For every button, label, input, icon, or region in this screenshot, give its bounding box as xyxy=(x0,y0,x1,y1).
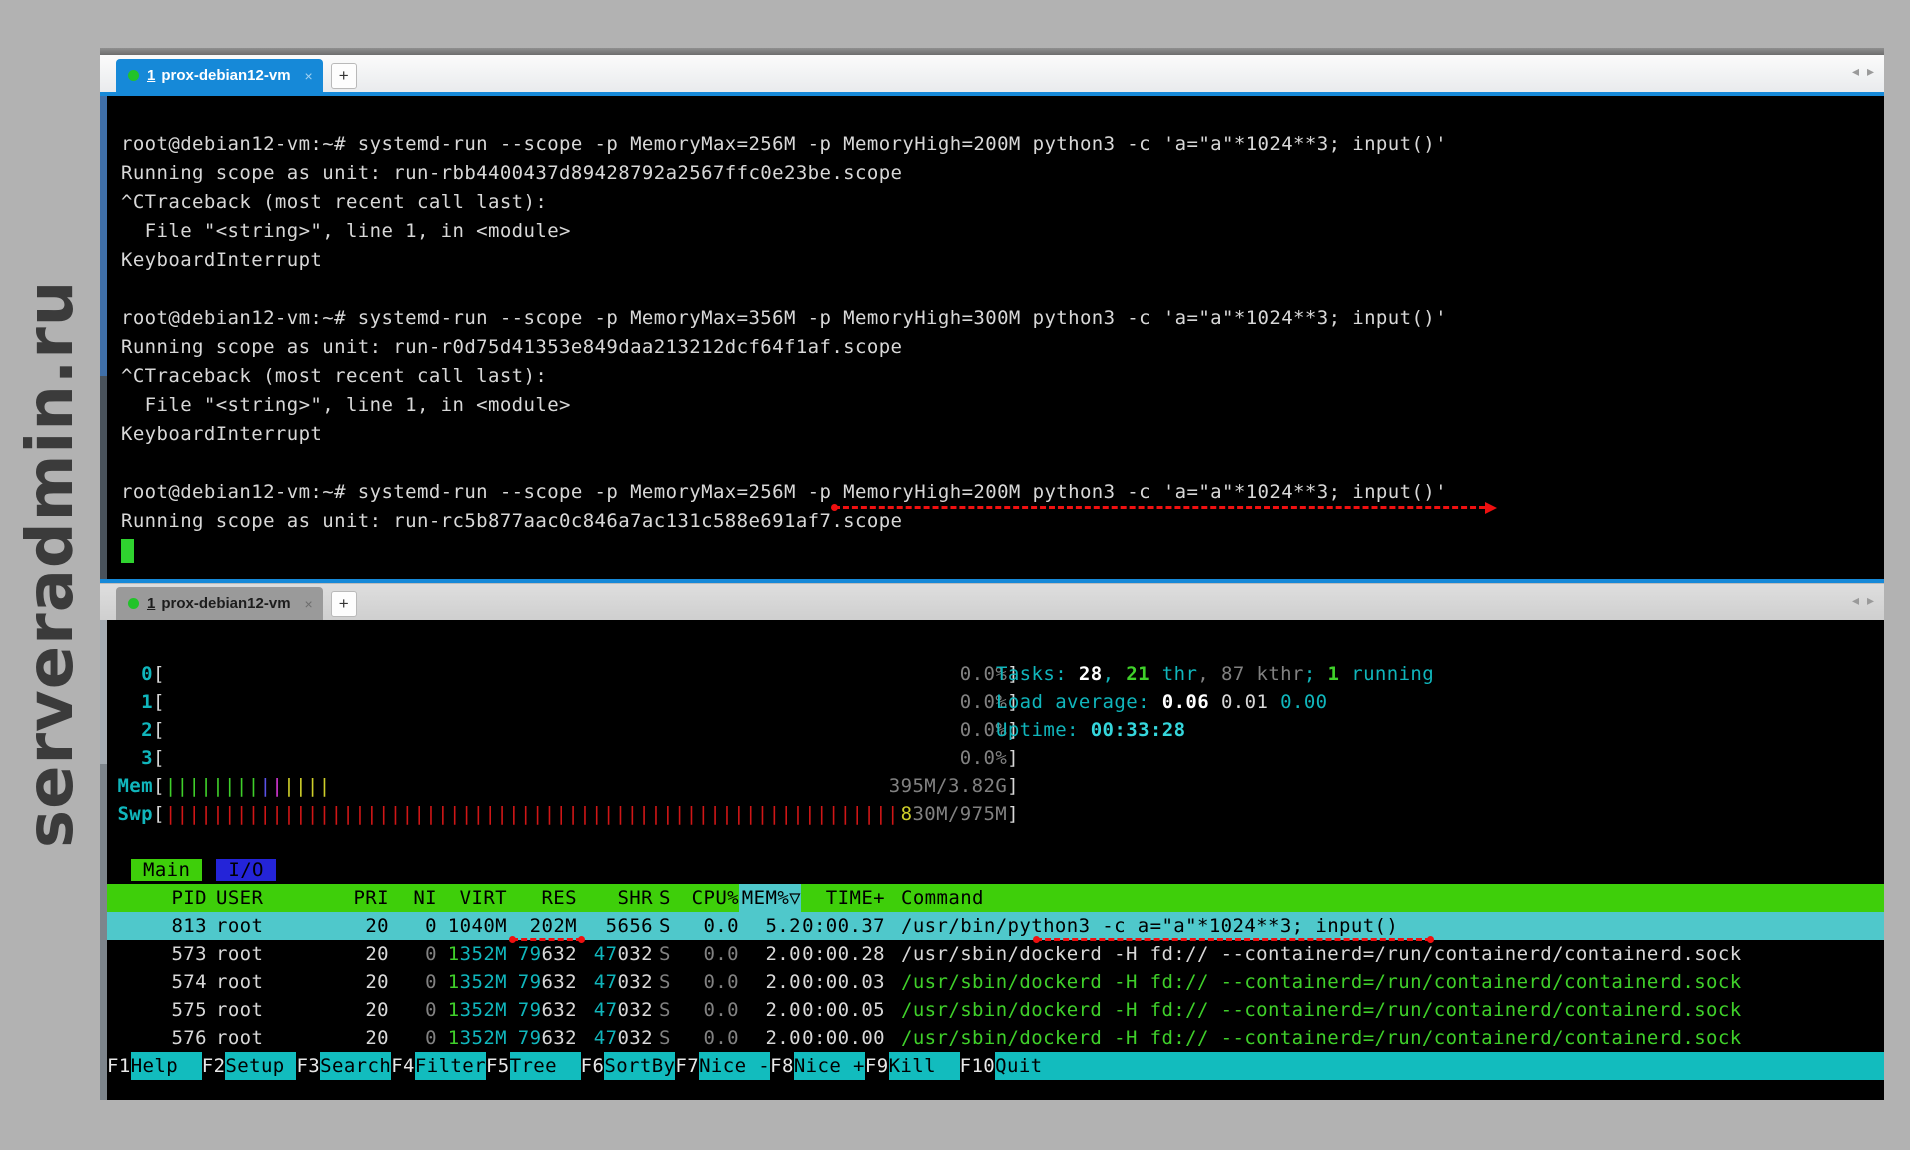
fkey-sortby[interactable]: F6SortBy xyxy=(581,1052,676,1080)
column-header-time[interactable]: TIME+ xyxy=(801,884,885,912)
column-header-cpu[interactable]: CPU% xyxy=(675,884,739,912)
cursor-block xyxy=(121,539,134,563)
terminal-line: root@debian12-vm:~# systemd-run --scope … xyxy=(121,130,1874,159)
htop-view-tabs: Main I/O xyxy=(131,856,1884,884)
terminal-line: KeyboardInterrupt xyxy=(121,420,1874,449)
tab-title: prox-debian12-vm xyxy=(161,67,290,84)
terminal-output: root@debian12-vm:~# systemd-run --scope … xyxy=(107,96,1884,565)
terminal-screen-top[interactable]: root@debian12-vm:~# systemd-run --scope … xyxy=(100,96,1884,579)
tab-number: 1 xyxy=(147,595,155,612)
close-tab-icon[interactable]: × xyxy=(305,596,313,612)
terminal-line xyxy=(121,449,1874,478)
column-header-ni[interactable]: NI xyxy=(389,884,437,912)
annotation-underline-arrow xyxy=(834,506,1485,509)
tab-title: prox-debian12-vm xyxy=(161,595,290,612)
fkey-nice--[interactable]: F8Nice + xyxy=(770,1052,865,1080)
terminal-line: Running scope as unit: run-r0d75d41353e8… xyxy=(121,333,1874,362)
fkey-setup[interactable]: F2Setup xyxy=(202,1052,297,1080)
annotation-underline-command xyxy=(1036,938,1431,941)
column-header-s[interactable]: S xyxy=(653,884,675,912)
fkey-search[interactable]: F3Search xyxy=(296,1052,391,1080)
terminal-line: Running scope as unit: run-rc5b877aac0c8… xyxy=(121,507,1874,536)
tab-scroll-right-icon[interactable]: ▸ xyxy=(1867,592,1874,609)
terminal-line: File "<string>", line 1, in <module> xyxy=(121,217,1874,246)
scrollbar[interactable] xyxy=(100,620,107,1100)
scrollbar[interactable] xyxy=(100,96,107,579)
scrollbar-thumb[interactable] xyxy=(100,96,107,376)
tab-bar-top: 1 prox-debian12-vm × + ◂ ▸ xyxy=(100,55,1884,92)
terminal-window-top: 1 prox-debian12-vm × + ◂ ▸ root@debian12… xyxy=(100,48,1884,583)
fkey-tree[interactable]: F5Tree xyxy=(486,1052,581,1080)
tab-number: 1 xyxy=(147,67,155,84)
column-header-pri[interactable]: PRI xyxy=(337,884,389,912)
process-row[interactable]: 576root2001352M7963247032S0.02.00:00.00/… xyxy=(107,1024,1884,1052)
htop-summary: Tasks: 28, 21 thr, 87 kthr; 1 runningLoa… xyxy=(996,660,1434,744)
terminal-window-bottom: 1 prox-debian12-vm × + ◂ ▸ 0[0.0%]1[0.0%… xyxy=(100,583,1884,1100)
window-top-edge xyxy=(100,48,1884,55)
htop-view: 0[0.0%]1[0.0%]2[0.0%]3[0.0%]Mem[||||||||… xyxy=(107,620,1884,1100)
tab-bar-bottom: 1 prox-debian12-vm × + ◂ ▸ xyxy=(100,583,1884,620)
new-tab-button[interactable]: + xyxy=(331,63,357,89)
process-row[interactable]: 813root2001040M202M5656S0.05.20:00.37/us… xyxy=(107,912,1884,940)
fkey-nice--[interactable]: F7Nice - xyxy=(675,1052,770,1080)
column-header-virt[interactable]: VIRT xyxy=(437,884,507,912)
tab-scroll-right-icon[interactable]: ▸ xyxy=(1867,63,1874,80)
meter-1: 1[0.0%] xyxy=(117,688,1019,716)
meter-2: 2[0.0%] xyxy=(117,716,1019,744)
column-header-command[interactable]: Command xyxy=(885,884,1884,912)
terminal-line: root@debian12-vm:~# systemd-run --scope … xyxy=(121,478,1874,507)
function-key-bar: F1Help F2Setup F3SearchF4FilterF5Tree F6… xyxy=(107,1052,1884,1080)
column-header-mem[interactable]: MEM%▽ xyxy=(739,884,801,912)
htop-tab-main[interactable]: Main xyxy=(131,859,202,881)
column-header-res[interactable]: RES xyxy=(507,884,577,912)
htop-load-average: Load average: 0.06 0.01 0.00 xyxy=(996,688,1434,716)
process-row[interactable]: 573root2001352M7963247032S0.02.00:00.28/… xyxy=(107,940,1884,968)
fkey-filter[interactable]: F4Filter xyxy=(391,1052,486,1080)
session-status-dot xyxy=(128,598,139,609)
terminal-line: root@debian12-vm:~# systemd-run --scope … xyxy=(121,304,1874,333)
htop-tab-io[interactable]: I/O xyxy=(216,859,276,881)
htop-tasks: Tasks: 28, 21 thr, 87 kthr; 1 running xyxy=(996,660,1434,688)
meter-swp: Swp[||||||||||||||||||||||||||||||||||||… xyxy=(117,800,1019,828)
terminal-line: ^CTraceback (most recent call last): xyxy=(121,362,1874,391)
column-header-pid[interactable]: PID xyxy=(107,884,207,912)
process-table-header: PIDUSERPRINIVIRTRESSHRSCPU%MEM%▽TIME+Com… xyxy=(107,884,1884,912)
watermark-text: serveradmin.ru xyxy=(14,280,88,848)
tab-scroll-left-icon[interactable]: ◂ xyxy=(1852,63,1859,80)
meter-3: 3[0.0%] xyxy=(117,744,1019,772)
meter-mem: Mem[||||||||||||||395M/3.82G] xyxy=(117,772,1019,800)
process-row[interactable]: 575root2001352M7963247032S0.02.00:00.05/… xyxy=(107,996,1884,1024)
terminal-screen-htop[interactable]: 0[0.0%]1[0.0%]2[0.0%]3[0.0%]Mem[||||||||… xyxy=(100,620,1884,1100)
column-header-user[interactable]: USER xyxy=(207,884,337,912)
meter-0: 0[0.0%] xyxy=(117,660,1019,688)
terminal-line: KeyboardInterrupt xyxy=(121,246,1874,275)
scrollbar-thumb[interactable] xyxy=(100,620,107,764)
fkey-kill[interactable]: F9Kill xyxy=(865,1052,960,1080)
process-table: 813root2001040M202M5656S0.05.20:00.37/us… xyxy=(107,912,1884,1052)
terminal-line: File "<string>", line 1, in <module> xyxy=(121,391,1874,420)
terminal-line xyxy=(121,275,1874,304)
tab-prox-debian12-vm-2[interactable]: 1 prox-debian12-vm × xyxy=(116,587,323,620)
annotation-underline-res xyxy=(512,938,582,941)
column-header-shr[interactable]: SHR xyxy=(577,884,653,912)
tab-prox-debian12-vm[interactable]: 1 prox-debian12-vm × xyxy=(116,59,323,92)
htop-meters: 0[0.0%]1[0.0%]2[0.0%]3[0.0%]Mem[||||||||… xyxy=(107,620,1884,828)
fkey-quit[interactable]: F10Quit xyxy=(960,1052,1884,1080)
terminal-line: Running scope as unit: run-rbb4400437d89… xyxy=(121,159,1874,188)
session-status-dot xyxy=(128,70,139,81)
process-row[interactable]: 574root2001352M7963247032S0.02.00:00.03/… xyxy=(107,968,1884,996)
new-tab-button[interactable]: + xyxy=(331,591,357,617)
fkey-help[interactable]: F1Help xyxy=(107,1052,202,1080)
tab-scroll-left-icon[interactable]: ◂ xyxy=(1852,592,1859,609)
terminal-line: ^CTraceback (most recent call last): xyxy=(121,188,1874,217)
htop-uptime: Uptime: 00:33:28 xyxy=(996,716,1434,744)
close-tab-icon[interactable]: × xyxy=(305,68,313,84)
